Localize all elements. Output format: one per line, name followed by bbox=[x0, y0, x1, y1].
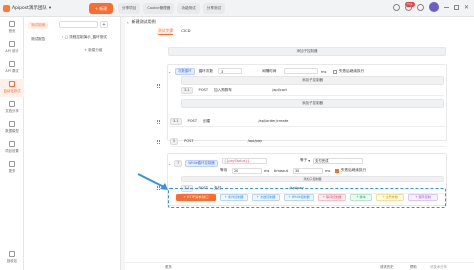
timeout-label: timeout bbox=[274, 168, 289, 173]
avatar[interactable] bbox=[428, 2, 439, 12]
while-value-input[interactable]: 支付完成 bbox=[313, 158, 363, 164]
annotation-arrow bbox=[137, 173, 168, 190]
while-continue-checkbox[interactable]: 失败后继续执行 bbox=[335, 165, 366, 176]
nav-project-settings[interactable]: 项目设置 bbox=[0, 139, 24, 157]
tab-test-steps[interactable]: 测试步骤 bbox=[158, 28, 174, 35]
settings-icon bbox=[9, 141, 15, 147]
while-variable-input[interactable]: {{payStatus}} bbox=[222, 158, 267, 164]
tree-item-flow-demo[interactable]: › ▢ 流程控制演示_循环测试 bbox=[62, 35, 107, 40]
nav-doc-share[interactable]: 文档分享 bbox=[0, 99, 24, 117]
while-tag: While循环控制器 bbox=[185, 160, 218, 167]
while-controller-header: ⌄ 7 While循环控制器 bbox=[168, 158, 218, 169]
back-icon[interactable]: ‹ bbox=[127, 20, 129, 25]
wait-row: 等待 bbox=[220, 168, 228, 172]
nav-data-model[interactable]: 数据模型 bbox=[0, 119, 24, 137]
add-group-button[interactable]: + 新建分组 bbox=[84, 48, 103, 53]
timeout-unit: ms bbox=[325, 168, 331, 173]
operator-select[interactable]: 等于 ▾ bbox=[300, 155, 310, 166]
loop-tag: 次数循环 bbox=[175, 68, 195, 75]
collapse-icon[interactable]: ⌄ bbox=[168, 162, 171, 166]
logo-icon bbox=[3, 5, 10, 12]
nav-more[interactable]: 更多 bbox=[0, 159, 24, 177]
home-icon bbox=[9, 21, 15, 27]
checkbox-icon bbox=[333, 69, 337, 74]
tab-share-project[interactable]: 分享项目 bbox=[118, 3, 141, 14]
collapse-icon[interactable]: ⌄ bbox=[168, 70, 171, 74]
nav-auto-test[interactable]: 自动化测试 bbox=[0, 79, 24, 97]
wait-input[interactable]: 20 bbox=[232, 168, 262, 174]
chevron-down-icon: ▾ bbox=[48, 6, 52, 11]
step-row[interactable]: 3-1 POST 加入购物车 /api/cart bbox=[181, 85, 444, 96]
checkbox-checked-icon bbox=[335, 168, 339, 173]
add-script-button[interactable]: + 脚本 bbox=[350, 194, 372, 201]
add-child-controller-while[interactable]: 添加子控制器 bbox=[181, 176, 444, 182]
folder-icon: ▢ bbox=[64, 35, 68, 39]
bottom-bar: 更多 请求历史 帮助 @技术分享 bbox=[125, 262, 474, 270]
team-name: Apipost演示团队 bbox=[12, 6, 47, 11]
more-icon bbox=[9, 161, 15, 167]
tree-item-test-report[interactable]: 测试报告 bbox=[28, 37, 48, 42]
top-bar: Apipost演示团队 ▾ + 新建 分享项目 Cookie管理器 功能测试 分… bbox=[0, 0, 474, 17]
tree-item-test-case[interactable]: 测试用例 bbox=[28, 22, 49, 29]
drag-handle-icon[interactable] bbox=[157, 140, 160, 144]
top-tabs: 分享项目 Cookie管理器 功能测试 分享测试 bbox=[118, 3, 226, 14]
watermark-text: @技术分享 bbox=[430, 265, 447, 269]
top-icons: ✕ bbox=[392, 2, 469, 12]
case-tree-panel bbox=[24, 17, 121, 270]
nav-trash[interactable]: 回收站 bbox=[0, 249, 24, 267]
left-nav: 首页 API 设计 API 调试 自动化测试 文档分享 数据模型 项目设置 更多… bbox=[0, 17, 24, 270]
tab-share-test[interactable]: 分享测试 bbox=[202, 3, 226, 14]
tab-cicd[interactable]: CICD bbox=[181, 28, 190, 35]
tab-cookie-manager[interactable]: Cookie管理器 bbox=[143, 3, 175, 14]
add-count-button[interactable]: + 次数控制器 bbox=[252, 194, 280, 201]
nav-api-design[interactable]: API 设计 bbox=[0, 39, 24, 57]
drag-handle-icon[interactable] bbox=[157, 84, 160, 88]
add-loop-control-button[interactable]: + 循环控制 bbox=[408, 194, 438, 201]
loop-count-input[interactable]: 3 bbox=[218, 68, 242, 74]
help-link[interactable]: 帮助 bbox=[410, 264, 417, 269]
help-icon[interactable] bbox=[416, 3, 424, 11]
team-switcher[interactable]: Apipost演示团队 ▾ bbox=[3, 4, 51, 13]
add-child-controller-loop[interactable]: 添加子控制器 bbox=[181, 76, 444, 85]
api-debug-icon bbox=[9, 61, 15, 67]
settings-icon[interactable] bbox=[392, 3, 400, 11]
add-wait-button[interactable]: + 等待控制器 bbox=[318, 194, 346, 201]
step-row[interactable]: 3-1 POST 创建 /api/order/create bbox=[170, 116, 446, 127]
add-global-param-button[interactable]: + 全局参数 bbox=[376, 194, 404, 201]
maximize-icon[interactable] bbox=[453, 4, 459, 10]
interval-input[interactable] bbox=[284, 68, 318, 74]
bell-icon[interactable] bbox=[404, 3, 412, 11]
request-history-link[interactable]: 请求历史 bbox=[380, 264, 394, 269]
search-input[interactable] bbox=[59, 21, 98, 28]
timeout-input[interactable]: 30 bbox=[293, 168, 323, 174]
nav-api-debug[interactable]: API 调试 bbox=[0, 59, 24, 77]
new-button[interactable]: + 新建 bbox=[89, 3, 113, 14]
add-while-button[interactable]: + While控制器 bbox=[284, 194, 314, 201]
add-http-request-button[interactable]: + HTTP请求/接口 bbox=[176, 194, 216, 201]
tab-function-test[interactable]: 功能测试 bbox=[177, 3, 200, 14]
step-row[interactable]: 5 POST /api/pay bbox=[170, 136, 446, 147]
add-child-controller-loop-2[interactable]: 添加子控制器 bbox=[181, 99, 444, 108]
add-condition-button[interactable]: + 条件控制器 bbox=[220, 194, 248, 201]
close-icon[interactable]: ✕ bbox=[464, 4, 469, 11]
wait-unit: ms bbox=[264, 168, 270, 173]
trash-icon bbox=[9, 251, 15, 257]
model-icon bbox=[9, 121, 15, 127]
page-title: 新建测试用例 bbox=[131, 19, 156, 24]
add-case-button[interactable]: + bbox=[100, 21, 108, 28]
more-menu[interactable]: 更多 bbox=[165, 264, 172, 269]
drag-handle-icon[interactable] bbox=[157, 120, 160, 124]
case-subtabs: 测试步骤 CICD bbox=[158, 28, 191, 35]
loop-count-label: 循环次数 bbox=[198, 69, 213, 73]
auto-test-icon bbox=[9, 81, 15, 87]
add-child-controller[interactable]: 添加子控制器 bbox=[168, 47, 446, 56]
chevron-right-icon: › bbox=[62, 35, 64, 39]
case-header: ‹ 新建测试用例 bbox=[127, 17, 467, 27]
share-icon bbox=[9, 101, 15, 107]
chevron-down-icon: ▾ bbox=[308, 158, 310, 163]
api-design-icon bbox=[9, 41, 15, 47]
minimize-icon[interactable] bbox=[443, 6, 449, 8]
nav-home[interactable]: 首页 bbox=[0, 19, 24, 37]
